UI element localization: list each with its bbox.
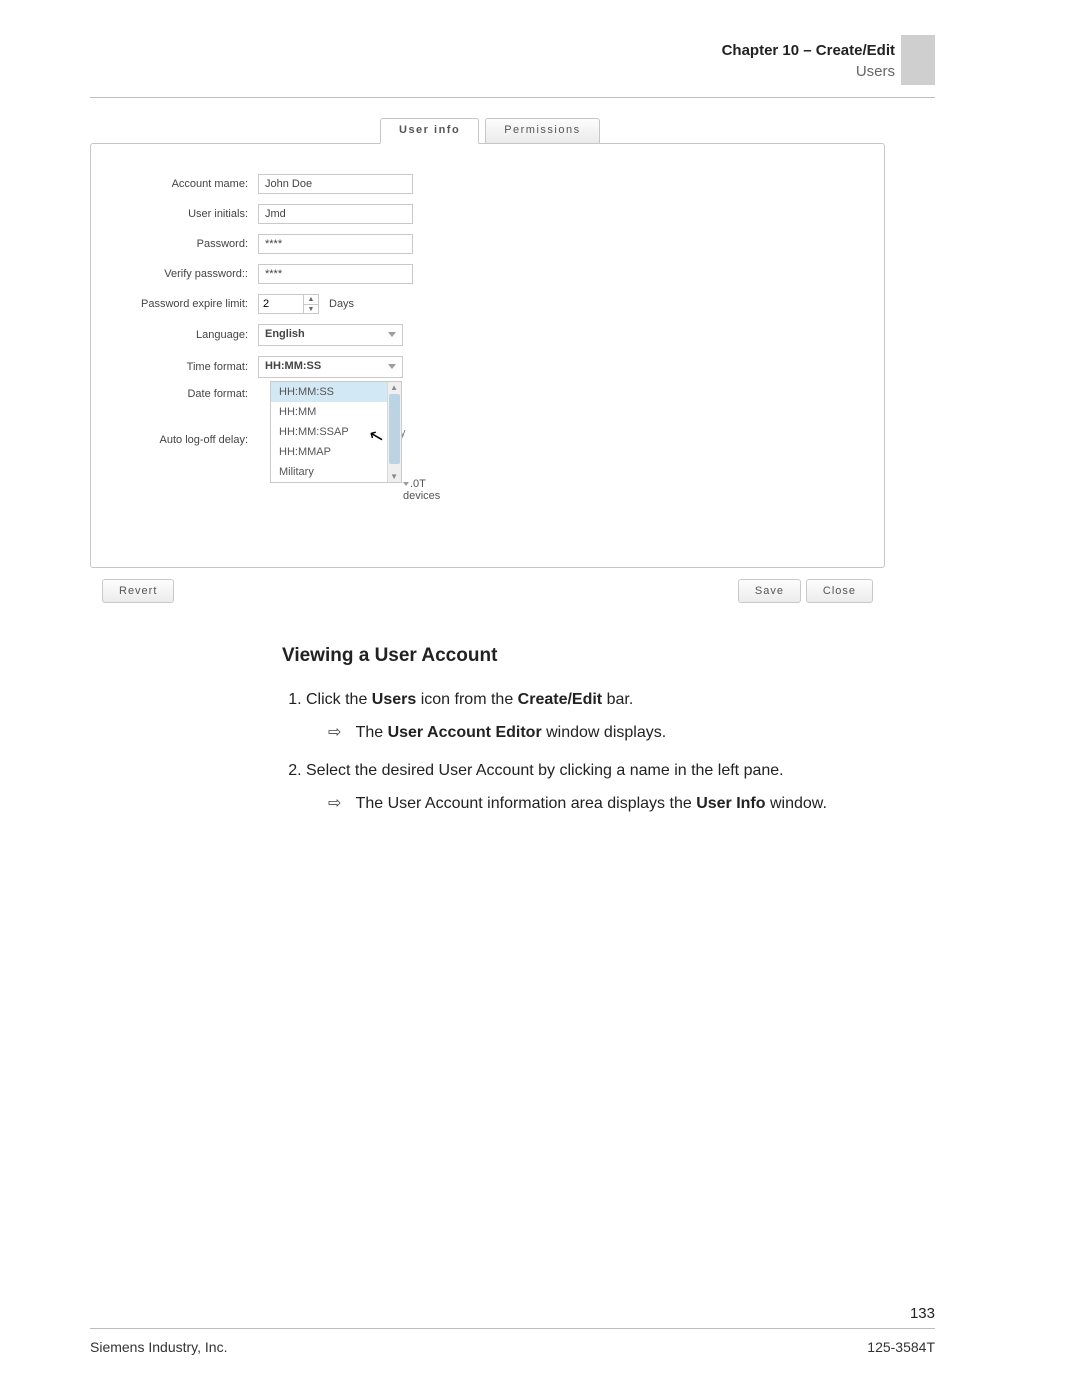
- save-button[interactable]: Save: [738, 579, 801, 603]
- expire-unit: Days: [329, 298, 354, 310]
- label-date-format: Date format:: [103, 388, 258, 400]
- label-password-expire: Password expire limit:: [103, 298, 258, 310]
- footer-company: Siemens Industry, Inc.: [90, 1339, 227, 1355]
- spinner-down-icon[interactable]: ▼: [304, 305, 318, 314]
- step-2: Select the desired User Account by click…: [306, 758, 892, 817]
- section-heading: Viewing a User Account: [282, 640, 892, 671]
- user-editor-screenshot: User info Permissions Account mame: User…: [90, 118, 885, 608]
- footer-divider: [90, 1328, 935, 1329]
- expire-stepper[interactable]: ▲ ▼: [304, 294, 319, 314]
- header-divider: [90, 97, 935, 98]
- chevron-down-icon: [388, 332, 396, 337]
- close-button[interactable]: Close: [806, 579, 873, 603]
- password-field[interactable]: [258, 234, 413, 254]
- footer-docnum: 125-3584T: [867, 1339, 935, 1355]
- chevron-down-icon: [388, 364, 396, 369]
- scroll-thumb[interactable]: [389, 394, 400, 464]
- user-initials-field[interactable]: [258, 204, 413, 224]
- label-time-format: Time format:: [103, 361, 258, 373]
- time-option[interactable]: Military: [271, 462, 401, 482]
- result-1: The User Account Editor window displays.: [328, 720, 892, 746]
- spinner-up-icon[interactable]: ▲: [304, 295, 318, 305]
- step-1: Click the Users icon from the Create/Edi…: [306, 687, 892, 746]
- time-format-value: HH:MM:SS: [265, 360, 321, 372]
- label-account-name: Account mame:: [103, 178, 258, 190]
- language-dropdown[interactable]: English: [258, 324, 403, 346]
- time-option[interactable]: HH:MM:SS: [271, 382, 401, 402]
- label-language: Language:: [103, 329, 258, 341]
- time-format-dropdown[interactable]: HH:MM:SS: [258, 356, 403, 378]
- label-password: Password:: [103, 238, 258, 250]
- editor-pane: Account mame: User initials: Password: V…: [90, 143, 885, 568]
- label-user-initials: User initials:: [103, 208, 258, 220]
- scroll-up-icon[interactable]: ▲: [390, 383, 398, 392]
- account-name-field[interactable]: [258, 174, 413, 194]
- language-value: English: [265, 328, 305, 340]
- tab-permissions[interactable]: Permissions: [485, 118, 599, 144]
- section-title: Users: [722, 61, 895, 82]
- page-edge-tab: [901, 35, 935, 85]
- label-verify-password: Verify password::: [103, 268, 258, 280]
- label-auto-logoff: Auto log-off delay:: [103, 434, 258, 446]
- tab-user-info[interactable]: User info: [380, 118, 479, 144]
- page-number: 133: [910, 1305, 935, 1322]
- result-2: The User Account information area displa…: [328, 791, 892, 817]
- chapter-title: Chapter 10 – Create/Edit: [722, 40, 895, 61]
- chevron-down-icon: [403, 482, 409, 486]
- expire-limit-field[interactable]: [258, 294, 304, 314]
- scroll-down-icon[interactable]: ▼: [390, 472, 398, 481]
- ot-devices-text: .0T devices: [403, 478, 463, 502]
- time-option[interactable]: HH:MM: [271, 402, 401, 422]
- revert-button[interactable]: Revert: [102, 579, 174, 603]
- verify-password-field[interactable]: [258, 264, 413, 284]
